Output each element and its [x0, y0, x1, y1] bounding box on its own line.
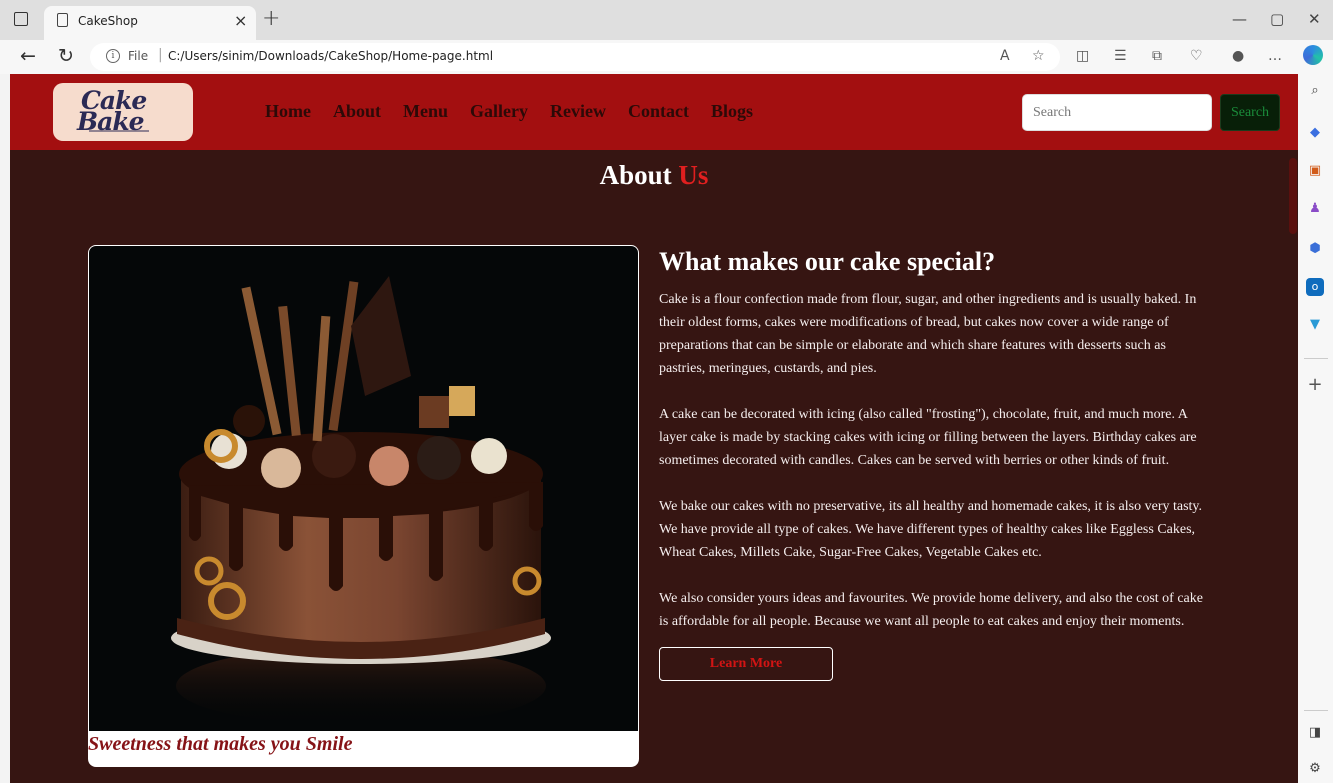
refresh-icon[interactable]: ↻: [58, 45, 74, 67]
cake-illustration: [171, 276, 551, 726]
page-scrollbar[interactable]: [1289, 158, 1297, 234]
search-button[interactable]: Search: [1220, 94, 1280, 131]
learn-more-button[interactable]: Learn More: [659, 647, 833, 681]
search-input[interactable]: [1022, 94, 1212, 131]
info-icon[interactable]: i: [106, 49, 120, 63]
cake-image-card: Sweetness that makes you Smile: [88, 245, 639, 767]
nav-gallery[interactable]: Gallery: [470, 101, 528, 122]
browser-tab[interactable]: CakeShop ×: [44, 6, 256, 40]
nav-about[interactable]: About: [333, 101, 381, 122]
sidebar-settings-gear-icon[interactable]: ⚙: [1306, 760, 1324, 778]
drop-icon[interactable]: ▼: [1306, 316, 1324, 334]
nav-review[interactable]: Review: [550, 101, 606, 122]
more-menu-icon[interactable]: …: [1268, 48, 1282, 64]
maximize-icon[interactable]: ▢: [1270, 10, 1284, 28]
browser-essentials-icon[interactable]: ♡: [1190, 48, 1203, 64]
sidebar-divider: [1304, 710, 1328, 711]
window-close-icon[interactable]: ✕: [1308, 10, 1321, 28]
sidebar-divider: [1304, 358, 1328, 359]
search-icon[interactable]: ⌕: [1306, 82, 1324, 100]
nav-menu[interactable]: Menu: [403, 101, 448, 122]
tools-briefcase-icon[interactable]: ▣: [1306, 162, 1324, 180]
about-paragraph-3: We bake our cakes with no preservative, …: [659, 499, 1203, 560]
chocolate-cake-photo: [89, 246, 638, 731]
nav-blogs[interactable]: Blogs: [711, 101, 753, 122]
tab-actions-icon[interactable]: [14, 12, 28, 26]
section-heading: About Us: [10, 160, 1298, 191]
browser-tab-bar: CakeShop × + — ▢ ✕: [0, 0, 1333, 40]
url-text[interactable]: C:/Users/sinim/Downloads/CakeShop/Home-p…: [168, 49, 493, 63]
split-screen-icon[interactable]: ◫: [1076, 48, 1089, 64]
image-caption: Sweetness that makes you Smile: [88, 733, 353, 755]
nav-contact[interactable]: Contact: [628, 101, 689, 122]
browser-sidebar: ⌕ ◆ ▣ ♟ ⬢ o ▼ + ◨ ⚙: [1298, 74, 1333, 783]
browser-address-bar: ← ↻ i File | C:/Users/sinim/Downloads/Ca…: [0, 40, 1333, 74]
web-page: Cake Bake Home About Menu Gallery Review…: [10, 74, 1298, 783]
profile-icon[interactable]: ●: [1232, 48, 1244, 64]
about-paragraph-2: A cake can be decorated with icing (also…: [659, 407, 1197, 468]
main-menu: Home About Menu Gallery Review Contact B…: [265, 101, 753, 122]
page-document-icon: [57, 13, 68, 27]
site-navbar: Cake Bake Home About Menu Gallery Review…: [10, 74, 1298, 150]
heading-us: Us: [678, 160, 709, 190]
heading-about: About: [599, 160, 672, 190]
url-field[interactable]: i File | C:/Users/sinim/Downloads/CakeSh…: [90, 43, 1060, 71]
about-subtitle: What makes our cake special?: [659, 247, 996, 276]
nav-home[interactable]: Home: [265, 101, 311, 122]
tab-title: CakeShop: [78, 14, 138, 28]
about-paragraph-1: Cake is a flour confection made from flo…: [659, 292, 1197, 376]
favorites-icon[interactable]: ☰: [1114, 48, 1127, 64]
read-aloud-icon[interactable]: A: [1000, 48, 1010, 64]
new-tab-icon[interactable]: +: [262, 6, 280, 31]
back-arrow-icon[interactable]: ←: [20, 45, 36, 67]
shopping-tag-icon[interactable]: ◆: [1306, 124, 1324, 142]
about-paragraph-4: We also consider yours ideas and favouri…: [659, 591, 1203, 629]
outlook-icon[interactable]: o: [1306, 278, 1324, 296]
microsoft-365-icon[interactable]: ⬢: [1306, 240, 1324, 258]
add-sidebar-icon[interactable]: +: [1306, 376, 1324, 394]
favorite-star-icon[interactable]: ☆: [1032, 48, 1045, 64]
collections-icon[interactable]: ⧉: [1152, 48, 1162, 64]
url-scheme-label: File: [128, 49, 149, 63]
cake-n-bake-logo[interactable]: Cake Bake: [53, 83, 193, 141]
hide-sidebar-icon[interactable]: ◨: [1306, 724, 1324, 742]
tab-close-icon[interactable]: ×: [234, 11, 247, 30]
url-separator: |: [158, 47, 163, 63]
logo-tagline-mark: [89, 130, 149, 132]
copilot-icon[interactable]: [1303, 45, 1323, 65]
games-icon[interactable]: ♟: [1306, 200, 1324, 218]
minimize-icon[interactable]: —: [1232, 10, 1247, 28]
